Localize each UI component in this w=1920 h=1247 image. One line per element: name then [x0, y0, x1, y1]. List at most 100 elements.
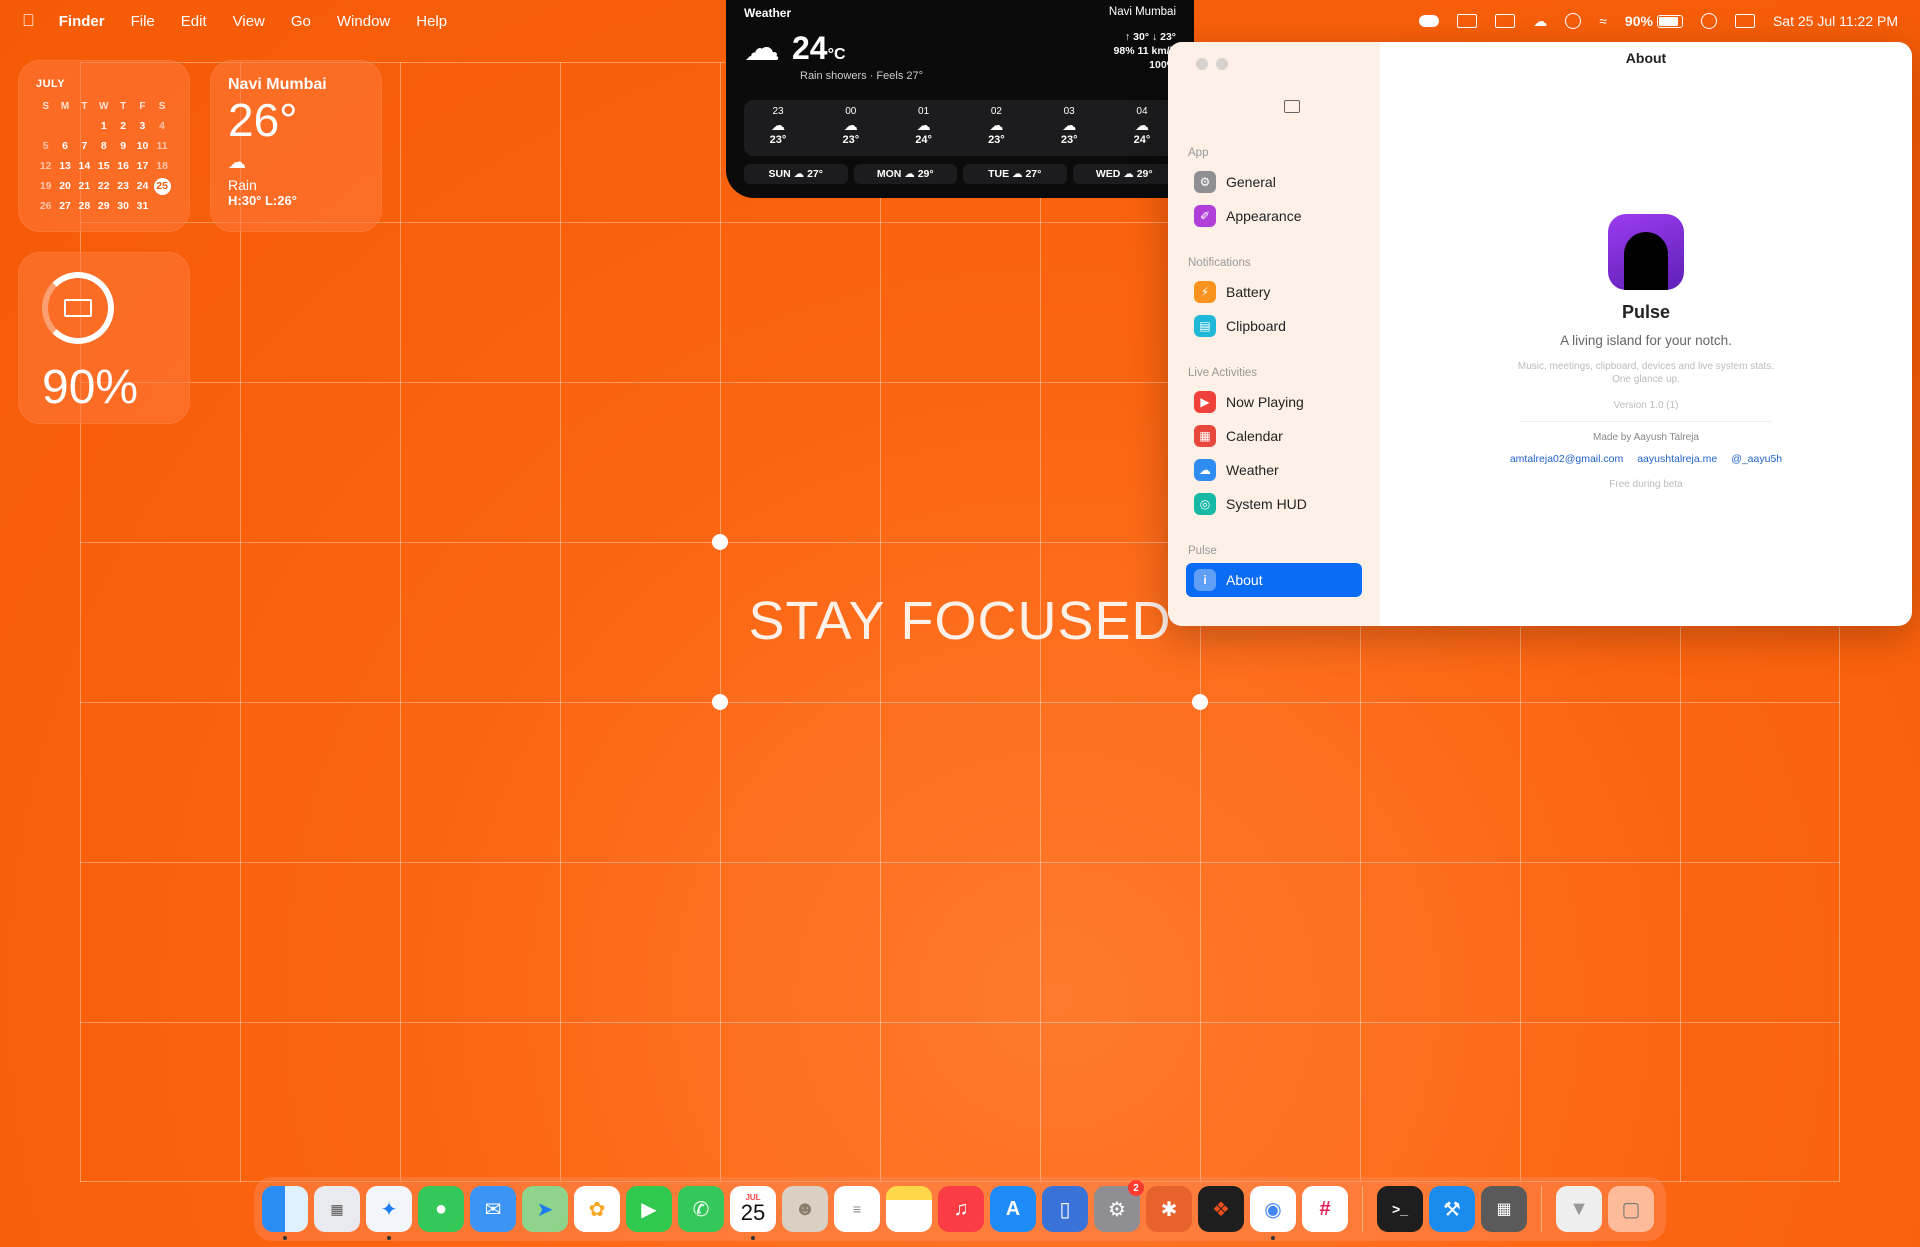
slack-app-icon[interactable]: #: [1302, 1186, 1348, 1232]
calendar-day[interactable]: 26: [36, 196, 55, 216]
finder-app-icon[interactable]: [262, 1186, 308, 1240]
calendar-day[interactable]: 10: [133, 136, 152, 156]
calendar-widget[interactable]: JULY S M T W T F S 1 2 3 4 5 6 7 8 9 10 11 12 13 14 15 16 17 18 1…: [18, 60, 190, 232]
menu-window[interactable]: Window: [337, 13, 390, 30]
calendar-day[interactable]: 18: [152, 156, 172, 176]
menu-edit[interactable]: Edit: [181, 13, 207, 30]
menu-view[interactable]: View: [233, 13, 265, 30]
email-link[interactable]: amtalreja02@gmail.com: [1510, 453, 1623, 465]
minimize-button[interactable]: [1216, 58, 1228, 70]
safari-app-icon[interactable]: ✦: [366, 1186, 412, 1240]
battery-status[interactable]: 90%: [1625, 13, 1683, 29]
social-link[interactable]: @_aayu5h: [1731, 453, 1782, 465]
app-store-app-icon[interactable]: A: [990, 1186, 1036, 1232]
calculator-app-icon[interactable]: ▦: [1481, 1186, 1527, 1232]
calendar-day[interactable]: [55, 116, 74, 136]
calendar-day[interactable]: 14: [75, 156, 94, 176]
notes-app-icon[interactable]: [886, 1186, 932, 1232]
xcode-app-icon[interactable]: ⚒: [1429, 1186, 1475, 1232]
launchpad-app-icon[interactable]: ▦: [314, 1186, 360, 1232]
calendar-day[interactable]: 13: [55, 156, 74, 176]
downloads-folder-icon[interactable]: ▼: [1556, 1186, 1602, 1232]
photos-app-icon[interactable]: ✿: [574, 1186, 620, 1232]
calendar-day[interactable]: 30: [113, 196, 132, 216]
sidebar-item-clipboard[interactable]: ▤ Clipboard: [1186, 309, 1362, 343]
calendar-day[interactable]: 6: [55, 136, 74, 156]
calendar-day[interactable]: 4: [152, 116, 172, 136]
control-center-icon[interactable]: [1734, 14, 1755, 28]
sidebar-item-system-hud[interactable]: ◎ System HUD: [1186, 487, 1362, 521]
sidebar-item-battery[interactable]: ⚡ Battery: [1186, 275, 1362, 309]
close-button[interactable]: [1196, 58, 1208, 70]
calendar-day[interactable]: 27: [55, 196, 74, 216]
chrome-app-icon[interactable]: ◉: [1250, 1186, 1296, 1240]
grid-handle[interactable]: [712, 534, 728, 550]
calendar-day[interactable]: 2: [113, 116, 132, 136]
menu-help[interactable]: Help: [416, 13, 447, 30]
sidebar-item-general[interactable]: ⚙ General: [1186, 165, 1362, 199]
calendar-day[interactable]: 31: [133, 196, 152, 216]
calendar-day[interactable]: 21: [75, 176, 94, 196]
website-link[interactable]: aayushtalreja.me: [1637, 453, 1717, 465]
calendar-day[interactable]: [75, 116, 94, 136]
calendar-day[interactable]: [36, 116, 55, 136]
trash-icon[interactable]: ▢: [1608, 1186, 1654, 1232]
wifi-icon[interactable]: ≈: [1599, 13, 1607, 29]
calendar-day[interactable]: 12: [36, 156, 55, 176]
calendar-day[interactable]: 8: [94, 136, 113, 156]
weather-notch[interactable]: Weather Navi Mumbai ☁ 24°C Rain showers …: [726, 0, 1194, 198]
terminal-app-icon[interactable]: >_: [1377, 1186, 1423, 1232]
menu-clock[interactable]: Sat 25 Jul 11:22 PM: [1773, 13, 1898, 29]
apple-icon[interactable]: : [22, 11, 35, 31]
calendar-app-icon[interactable]: JUL 25: [730, 1186, 776, 1240]
display-icon[interactable]: [1495, 14, 1516, 28]
calendar-day[interactable]: 16: [113, 156, 132, 176]
menu-app-name[interactable]: Finder: [59, 13, 105, 30]
screen-mirror-icon[interactable]: [1457, 14, 1478, 28]
calendar-day[interactable]: 5: [36, 136, 55, 156]
calendar-day[interactable]: 17: [133, 156, 152, 176]
battery-widget[interactable]: 90%: [18, 252, 190, 424]
phone-app-icon[interactable]: ✆: [678, 1186, 724, 1232]
sidebar-item-weather[interactable]: ☁ Weather: [1186, 453, 1362, 487]
mail-app-icon[interactable]: ✉: [470, 1186, 516, 1232]
system-settings-app-icon[interactable]: ⚙ 2: [1094, 1180, 1144, 1232]
sidebar-item-now-playing[interactable]: ▶ Now Playing: [1186, 385, 1362, 419]
calendar-day[interactable]: 20: [55, 176, 74, 196]
calendar-day[interactable]: 24: [133, 176, 152, 196]
simulator-app-icon[interactable]: ▯: [1042, 1186, 1088, 1232]
sidebar-item-calendar[interactable]: ▦ Calendar: [1186, 419, 1362, 453]
pulse-status-icon[interactable]: [1419, 15, 1440, 27]
sidebar-item-about[interactable]: i About: [1186, 563, 1362, 597]
reminders-app-icon[interactable]: ≡: [834, 1186, 880, 1232]
calendar-day[interactable]: [152, 196, 172, 216]
calendar-day[interactable]: 1: [94, 116, 113, 136]
music-app-icon[interactable]: ♫: [938, 1186, 984, 1232]
calendar-day[interactable]: 23: [113, 176, 132, 196]
calendar-day[interactable]: 15: [94, 156, 113, 176]
calendar-day[interactable]: 22: [94, 176, 113, 196]
weather-widget[interactable]: Navi Mumbai 26° ☁ Rain H:30° L:26°: [210, 60, 382, 232]
calendar-day[interactable]: 7: [75, 136, 94, 156]
play-icon[interactable]: [1565, 13, 1582, 29]
contacts-app-icon[interactable]: ☻: [782, 1186, 828, 1232]
calendar-day[interactable]: 9: [113, 136, 132, 156]
facetime-app-icon[interactable]: ▶: [626, 1186, 672, 1232]
grid-handle[interactable]: [1192, 694, 1208, 710]
calendar-day[interactable]: 29: [94, 196, 113, 216]
menu-go[interactable]: Go: [291, 13, 311, 30]
calendar-day[interactable]: 11: [152, 136, 172, 156]
sidebar-item-appearance[interactable]: ✐ Appearance: [1186, 199, 1362, 233]
menu-file[interactable]: File: [131, 13, 155, 30]
calendar-day[interactable]: 19: [36, 176, 55, 196]
calendar-day[interactable]: 3: [133, 116, 152, 136]
sidebar-toggle-icon[interactable]: [1284, 100, 1300, 113]
messages-app-icon[interactable]: ●: [418, 1186, 464, 1232]
maps-app-icon[interactable]: ➤: [522, 1186, 568, 1232]
grid-handle[interactable]: [712, 694, 728, 710]
weather-status-icon[interactable]: ☁: [1533, 13, 1547, 30]
figma-app-icon[interactable]: ❖: [1198, 1186, 1244, 1232]
user-icon[interactable]: [1700, 13, 1717, 29]
calendar-day[interactable]: 25: [152, 176, 172, 196]
calendar-day[interactable]: 28: [75, 196, 94, 216]
